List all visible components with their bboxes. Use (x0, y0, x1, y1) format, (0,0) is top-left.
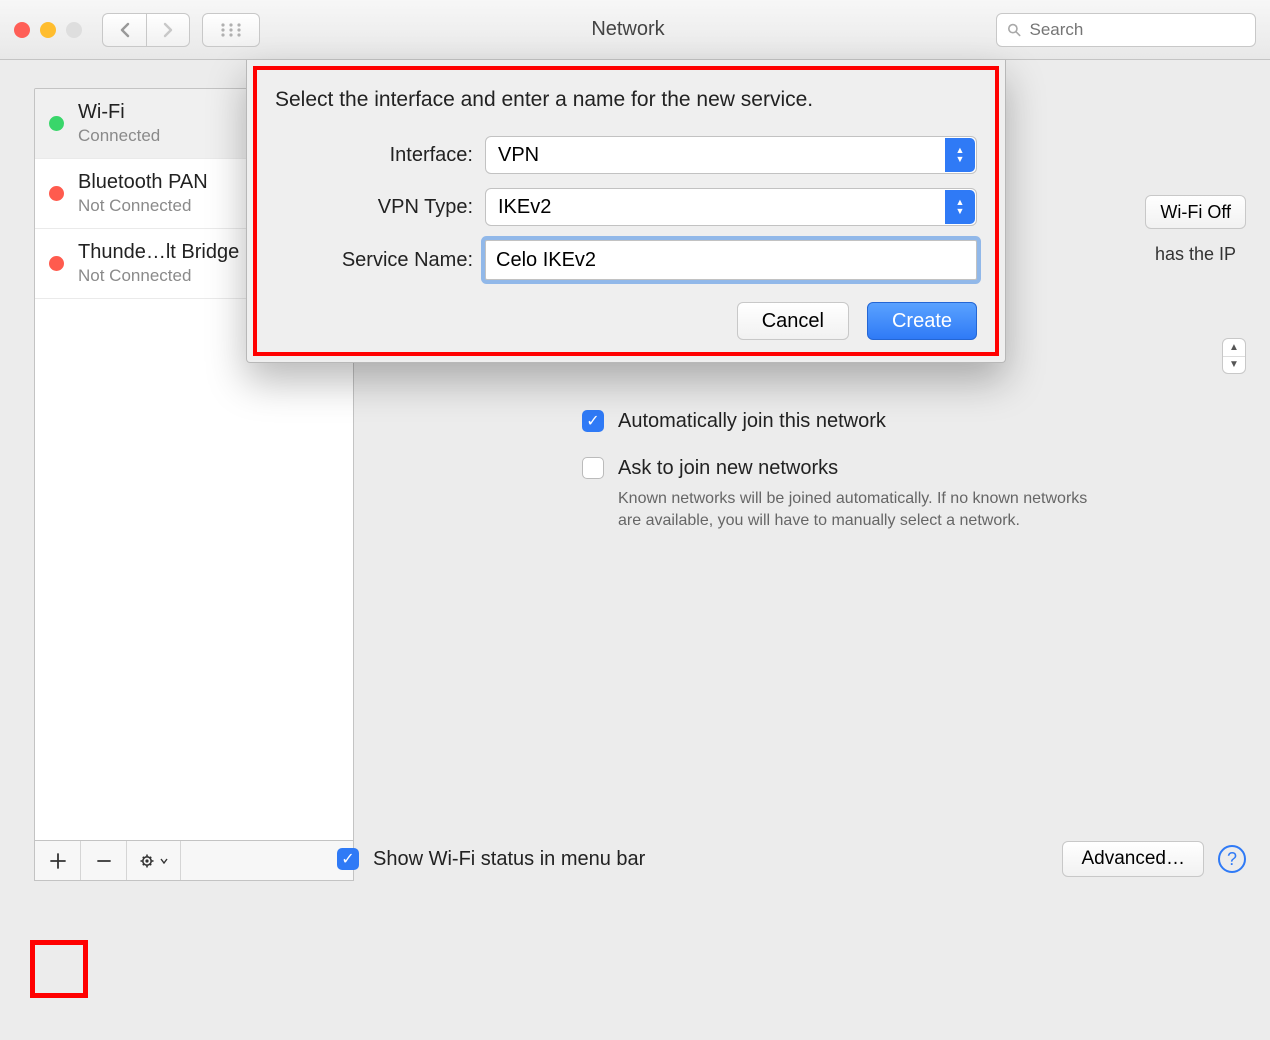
forward-button[interactable] (146, 13, 190, 47)
ask-join-label: Ask to join new networks (618, 457, 1098, 480)
search-input[interactable] (1029, 20, 1245, 40)
select-arrows-icon: ▲▼ (945, 138, 975, 172)
sidebar-item-status: Not Connected (78, 266, 239, 286)
interface-label: Interface: (275, 144, 485, 167)
window-title: Network (272, 18, 984, 41)
select-arrows-icon: ▲▼ (945, 190, 975, 224)
turn-wifi-off-button[interactable]: Wi-Fi Off (1145, 195, 1246, 229)
sidebar-item-name: Thunde…lt Bridge (78, 241, 239, 264)
sidebar-item-name: Bluetooth PAN (78, 171, 208, 194)
show-status-label: Show Wi-Fi status in menu bar (373, 848, 645, 871)
nav-buttons (102, 13, 190, 47)
network-name-stepper[interactable]: ▲ ▼ (1222, 338, 1246, 374)
chevron-down-icon (160, 858, 168, 864)
create-button[interactable]: Create (867, 302, 977, 340)
window-traffic-lights (14, 22, 82, 38)
remove-service-button[interactable] (81, 841, 127, 880)
zoom-window-button[interactable] (66, 22, 82, 38)
minimize-window-button[interactable] (40, 22, 56, 38)
add-service-button[interactable] (35, 841, 81, 880)
back-button[interactable] (102, 13, 146, 47)
status-dot-icon (49, 186, 64, 201)
sidebar-item-name: Wi-Fi (78, 101, 160, 124)
new-service-sheet: Select the interface and enter a name fo… (246, 60, 1006, 363)
toolbar: Network (0, 0, 1270, 60)
wifi-options: ✓ Automatically join this network Ask to… (582, 410, 1230, 555)
sidebar-action-bar (34, 841, 354, 881)
show-status-checkbox[interactable]: ✓ (337, 848, 359, 870)
show-all-prefs-button[interactable] (202, 13, 260, 47)
service-name-label: Service Name: (275, 249, 485, 272)
interface-select[interactable]: VPN (485, 136, 977, 174)
chevron-up-icon: ▲ (1223, 339, 1245, 357)
status-dot-icon (49, 116, 64, 131)
service-actions-menu[interactable] (127, 841, 181, 880)
sidebar-item-status: Connected (78, 126, 160, 146)
search-icon (1007, 22, 1021, 38)
gear-icon (140, 852, 158, 870)
sheet-title: Select the interface and enter a name fo… (275, 88, 977, 112)
advanced-button[interactable]: Advanced… (1062, 841, 1204, 877)
cancel-button[interactable]: Cancel (737, 302, 849, 340)
vpn-type-label: VPN Type: (275, 196, 485, 219)
sidebar-item-status: Not Connected (78, 196, 208, 216)
vpn-type-select[interactable]: IKEv2 (485, 188, 977, 226)
help-button[interactable]: ? (1218, 845, 1246, 873)
auto-join-checkbox[interactable]: ✓ (582, 410, 604, 432)
ip-address-fragment: has the IP (1155, 244, 1236, 265)
annotation-highlight-plus (30, 940, 88, 998)
close-window-button[interactable] (14, 22, 30, 38)
chevron-down-icon: ▼ (1223, 357, 1245, 374)
status-dot-icon (49, 256, 64, 271)
ask-join-help-text: Known networks will be joined automatica… (618, 488, 1098, 531)
service-name-input[interactable] (485, 240, 977, 280)
search-field[interactable] (996, 13, 1256, 47)
ask-join-checkbox[interactable] (582, 457, 604, 479)
auto-join-label: Automatically join this network (618, 410, 886, 433)
footer-row: ✓ Show Wi-Fi status in menu bar Advanced… (337, 841, 1246, 877)
